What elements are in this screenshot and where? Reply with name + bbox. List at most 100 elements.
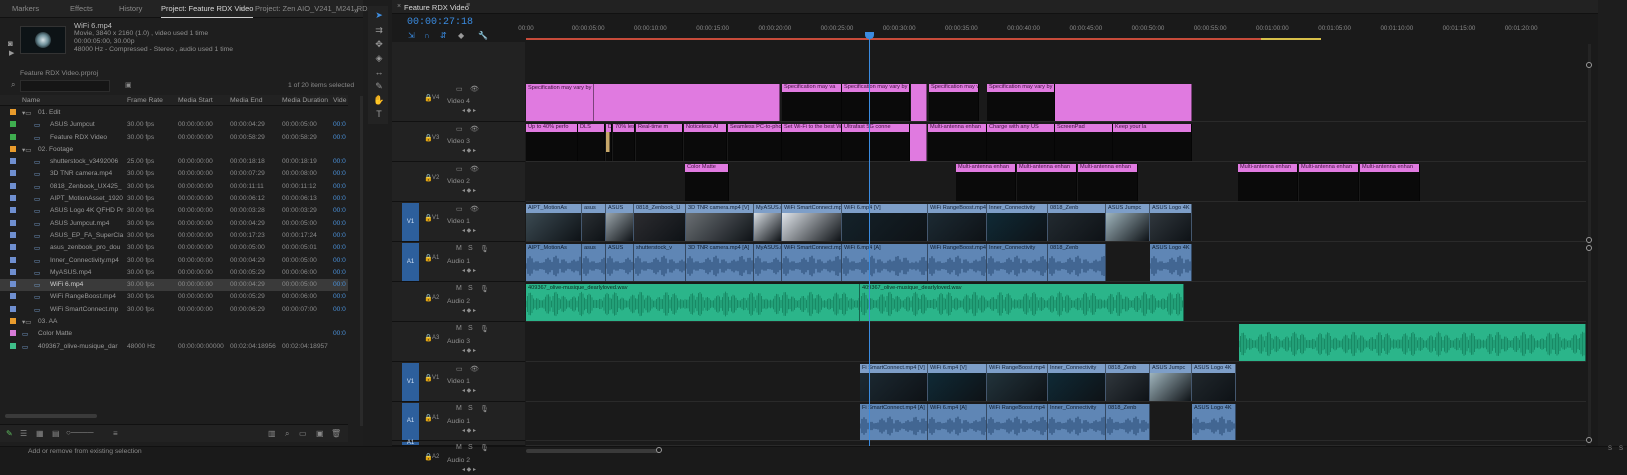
title-clip[interactable]: Keep your la [1113,124,1192,161]
audio-clip[interactable]: shutterstock_v [634,244,686,281]
label-color-chip[interactable] [10,145,16,152]
video-clip[interactable]: WiFi 6.mp4 [V] [928,364,987,401]
timeline-horizontal-scrollbar[interactable] [526,449,661,453]
audio-clip[interactable]: 3D TNR camera.mp4 [A] [686,244,754,281]
audio-clip[interactable]: ASUS Logo 4K [1192,404,1236,440]
eye-icon[interactable]: 👁 [470,165,479,173]
item-name[interactable]: ASUS_EP_FA_SuperCla [50,232,125,239]
title-clip[interactable]: DLS [578,124,605,161]
solo-icon[interactable]: S [468,405,473,412]
mute-icon[interactable]: M [456,285,462,292]
item-name[interactable]: Color Matte [38,330,125,337]
search-input[interactable] [20,80,110,92]
playhead[interactable] [869,34,870,446]
project-item-row[interactable]: ▭ Color Matte 00:0 [0,328,348,340]
title-clip[interactable]: Specification may va [782,84,842,121]
label-color-chip[interactable] [10,219,16,226]
title-clip[interactable]: Multi-antenna enhan [928,124,987,161]
slip-icon[interactable]: ↔ [373,67,385,77]
project-item-row[interactable]: ▭ MyASUS.mp4 30.00 fps 00:00:00:00 00:00:05:… [0,267,348,279]
title-clip[interactable] [1055,84,1192,121]
keyframe-nav[interactable]: ◂ ◆ ▸ [462,466,476,473]
video-clip[interactable]: ASUS [606,204,634,241]
title-clip[interactable]: Color Matte [685,164,729,201]
audio-clip[interactable]: MyASUS.mp4 [A] [754,244,782,281]
title-clip[interactable]: Multi-antenna enhan [1299,164,1359,201]
project-item-row[interactable]: ▭ 409367_olive-musique_dar 48000 Hz 00:00:0… [0,341,348,353]
audio-clip[interactable]: 0818_Zenb [1048,244,1106,281]
clip-preview-thumbnail[interactable] [20,26,66,54]
music-clip[interactable] [1239,324,1586,361]
item-name[interactable]: ASUS Logo 4K QFHD Pr [50,207,125,214]
video-clip[interactable]: asus [582,204,606,241]
label-color-chip[interactable] [10,342,16,349]
title-clip[interactable]: Specification may vary by model [526,84,594,121]
keyframe-nav[interactable]: ◂ ◆ ▸ [462,227,476,234]
label-color-chip[interactable] [10,244,16,251]
zoom-slider[interactable]: ○──── [66,428,94,437]
item-name[interactable]: 3D TNR camera.mp4 [50,170,125,177]
project-item-row[interactable]: ▭ asus_zenbook_pro_dou 30.00 fps 00:00:00:0… [0,242,348,254]
label-color-chip[interactable] [10,182,16,189]
title-clip[interactable]: Multi-antenna enhan [1078,164,1138,201]
vscroll-knob-bottom[interactable] [1586,437,1592,443]
play-icon[interactable]: ▶ [9,49,14,57]
audio-clip[interactable]: 0818_Zenb [1106,404,1150,440]
item-name[interactable]: WiFi 6.mp4 [50,281,125,288]
column-media-duration[interactable]: Media Duration [282,97,328,104]
item-name[interactable]: 03. AA [38,318,125,325]
solo-icon[interactable]: S [468,325,473,332]
video-clip[interactable]: Inner_Connectivity [987,204,1048,241]
title-clip[interactable]: Specification may vary by model [842,84,910,121]
new-search-bin-icon[interactable]: ▣ [125,81,132,89]
linked-selection-icon[interactable]: ⇵ [440,31,447,40]
title-clip[interactable]: Multi-antenna enhan [956,164,1016,201]
item-name[interactable]: WiFi SmartConnect.mp [50,306,125,313]
title-clip[interactable] [910,124,927,161]
project-horizontal-scrollbar[interactable] [5,414,97,418]
solo-icon[interactable]: S [468,444,473,451]
item-name[interactable]: 01. Edit [38,109,125,116]
label-color-chip[interactable] [10,256,16,263]
audio-clip[interactable]: Inner_Connectivity [987,244,1048,281]
item-name[interactable]: asus_zenbook_pro_dou [50,244,125,251]
project-item-row[interactable]: ▭ Feature RDX Video 30.00 fps 00:00:00:00 00… [0,132,348,144]
label-color-chip[interactable] [10,207,16,214]
project-item-row[interactable]: ▭ WiFi RangeBoost.mp4 30.00 fps 00:00:00:00… [0,291,348,303]
item-name[interactable]: Inner_Connectivity.mp4 [50,257,125,264]
sync-lock-icon[interactable]: ▭ [456,165,463,173]
audio-clip[interactable]: ASUS [606,244,634,281]
keyframe-nav[interactable]: ◂ ◆ ▸ [462,187,476,194]
item-name[interactable]: 02. Footage [38,146,125,153]
video-clip[interactable]: MyASUS.mp4 [V] [754,204,782,241]
video-clip[interactable]: 0818_Zenb [1106,364,1150,401]
sort-icon[interactable]: ≡ [113,429,118,438]
item-name[interactable]: WiFi RangeBoost.mp4 [50,293,125,300]
project-scrollbar[interactable] [360,96,363,426]
label-color-chip[interactable] [10,231,16,238]
title-clip[interactable]: Specification may va [929,84,979,121]
project-item-row[interactable]: ▭ ASUS_EP_FA_SuperCla 30.00 fps 00:00:00:00… [0,230,348,242]
title-clip[interactable] [594,84,780,121]
mic-icon[interactable]: 🎙 [480,285,489,293]
sync-lock-icon[interactable]: ▭ [456,365,463,373]
title-clip[interactable]: ScreenPad [1055,124,1113,161]
vscroll-knob-top[interactable] [1586,62,1592,68]
mute-icon[interactable]: M [456,325,462,332]
mute-icon[interactable]: M [456,245,462,252]
music-clip[interactable]: 409367_olive-musique_dearlyloved.wav [526,284,860,321]
source-patch-v1[interactable]: V1 [402,363,419,401]
eye-icon[interactable]: 👁 [470,365,479,373]
title-clip[interactable]: Noticeless AI [684,124,727,161]
label-color-chip[interactable] [10,133,16,140]
vscroll-knob-mid[interactable] [1586,237,1592,243]
hscroll-knob[interactable] [656,447,662,453]
item-name[interactable]: 0818_Zenbook_UX425_ [50,183,125,190]
title-clip[interactable]: Multi-antenna enhan [1017,164,1077,201]
video-clip[interactable]: ASUS Jumpc [1106,204,1150,241]
video-clip[interactable]: WiFi 6.mp4 [V] [842,204,928,241]
video-clip[interactable]: WiFi RangeBoost.mp4 [987,364,1048,401]
item-name[interactable]: shutterstock_v3492006 [50,158,125,165]
trash-icon[interactable]: 🗑 [331,429,341,438]
project-item-row[interactable]: ▭ Inner_Connectivity.mp4 30.00 fps 00:00:00… [0,255,348,267]
